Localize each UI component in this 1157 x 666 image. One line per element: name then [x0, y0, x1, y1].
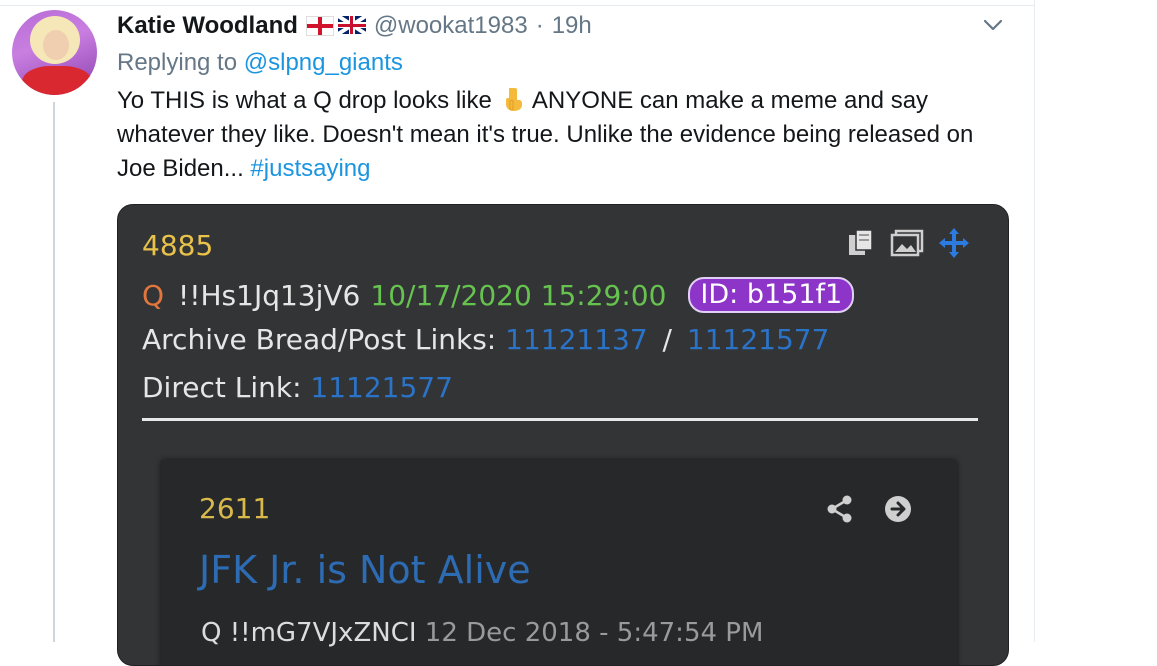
- image-icon: [890, 229, 924, 257]
- post-datetime: 10/17/2020 15:29:00: [370, 278, 667, 312]
- tweet-header: Katie Woodland @wookat1983 · 19h: [117, 10, 592, 42]
- pointing-down-emoji-icon: [505, 88, 522, 111]
- post-number: 4885: [142, 229, 214, 262]
- archive-link-2: 11121577: [686, 323, 830, 356]
- flag-emojis: [305, 16, 366, 36]
- quoted-post-date: 12 Dec 2018 - 5:47:54 PM: [424, 618, 764, 648]
- move-icon: [939, 228, 969, 258]
- post-icon-group: [846, 227, 970, 259]
- direct-link-label: Direct Link:: [142, 371, 302, 404]
- copy-icon: [849, 229, 873, 255]
- quoted-post-meta: Q !!mG7VJxZNCI 12 Dec 2018 - 5:47:54 PM: [201, 618, 763, 648]
- column-divider: [1034, 0, 1035, 642]
- quoted-post-number: 2611: [199, 492, 271, 525]
- poster-tripcode: !!Hs1Jq13jV6: [178, 278, 361, 312]
- tweet-text-part1: Yo THIS is what a Q drop looks like: [117, 87, 492, 114]
- arrow-right-circle-icon: [885, 496, 911, 522]
- quoted-poster-name: Q: [201, 618, 222, 648]
- post-meta-line: Q !!Hs1Jq13jV6 10/17/2020 15:29:00 ID: b…: [142, 277, 855, 313]
- replying-to: Replying to @slpng_giants: [117, 49, 403, 77]
- replying-to-label: Replying to: [117, 49, 238, 76]
- avatar[interactable]: [12, 10, 97, 95]
- author-handle[interactable]: @wookat1983: [374, 12, 528, 40]
- author-name[interactable]: Katie Woodland: [117, 12, 298, 40]
- archive-link-1: 11121137: [505, 323, 648, 356]
- archive-links-line: Archive Bread/Post Links: 11121137 / 111…: [142, 323, 829, 356]
- quoted-post-title: JFK Jr. is Not Alive: [199, 548, 531, 592]
- meta-separator: ·: [535, 12, 544, 39]
- replying-to-user-link[interactable]: @slpng_giants: [244, 49, 403, 76]
- chevron-down-icon[interactable]: [982, 14, 1004, 36]
- quoted-post-card: 2611 JFK Jr. is Not Alive Q !!mG7VJxZNCI…: [161, 460, 957, 665]
- quoted-poster-tripcode: !!mG7VJxZNCI: [229, 618, 417, 648]
- tweet-image[interactable]: 4885 Q !!Hs1Jq13jV6 10/17/2020 15:29:00 …: [117, 204, 1009, 666]
- share-icon: [827, 495, 852, 523]
- archive-separator: /: [662, 323, 672, 356]
- hashtag-link[interactable]: #justsaying: [250, 155, 370, 182]
- poster-name: Q: [142, 278, 165, 312]
- thread-connector-line: [53, 102, 55, 642]
- uk-flag-icon: [337, 16, 366, 34]
- poster-id-badge: ID: b151f1: [688, 277, 855, 313]
- direct-link-line: Direct Link: 11121577: [142, 371, 453, 404]
- tweet-timestamp[interactable]: 19h: [552, 12, 592, 40]
- england-flag-icon: [305, 16, 334, 36]
- tweet-text: Yo THIS is what a Q drop looks like ANYO…: [117, 84, 1017, 186]
- top-divider: [0, 5, 1034, 6]
- archive-label: Archive Bread/Post Links:: [142, 323, 497, 356]
- divider-rule: [142, 418, 978, 421]
- direct-link: 11121577: [310, 371, 453, 404]
